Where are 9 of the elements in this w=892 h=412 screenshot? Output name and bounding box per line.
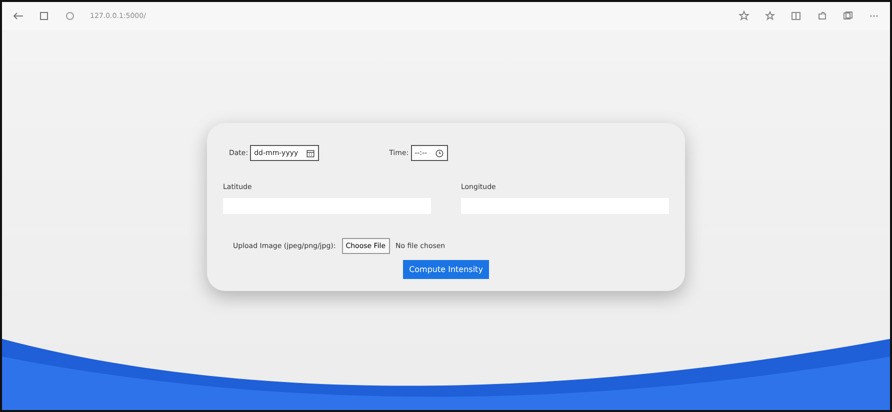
compute-intensity-button[interactable]: Compute Intensity [403, 260, 489, 279]
star-icon[interactable] [738, 10, 750, 22]
collections-icon[interactable] [842, 10, 854, 22]
extensions-icon[interactable] [816, 10, 828, 22]
calendar-icon[interactable] [306, 148, 316, 158]
clock-icon[interactable] [435, 148, 444, 158]
favorites-icon[interactable] [764, 10, 776, 22]
back-icon[interactable] [12, 10, 24, 22]
split-screen-icon[interactable] [790, 10, 802, 22]
